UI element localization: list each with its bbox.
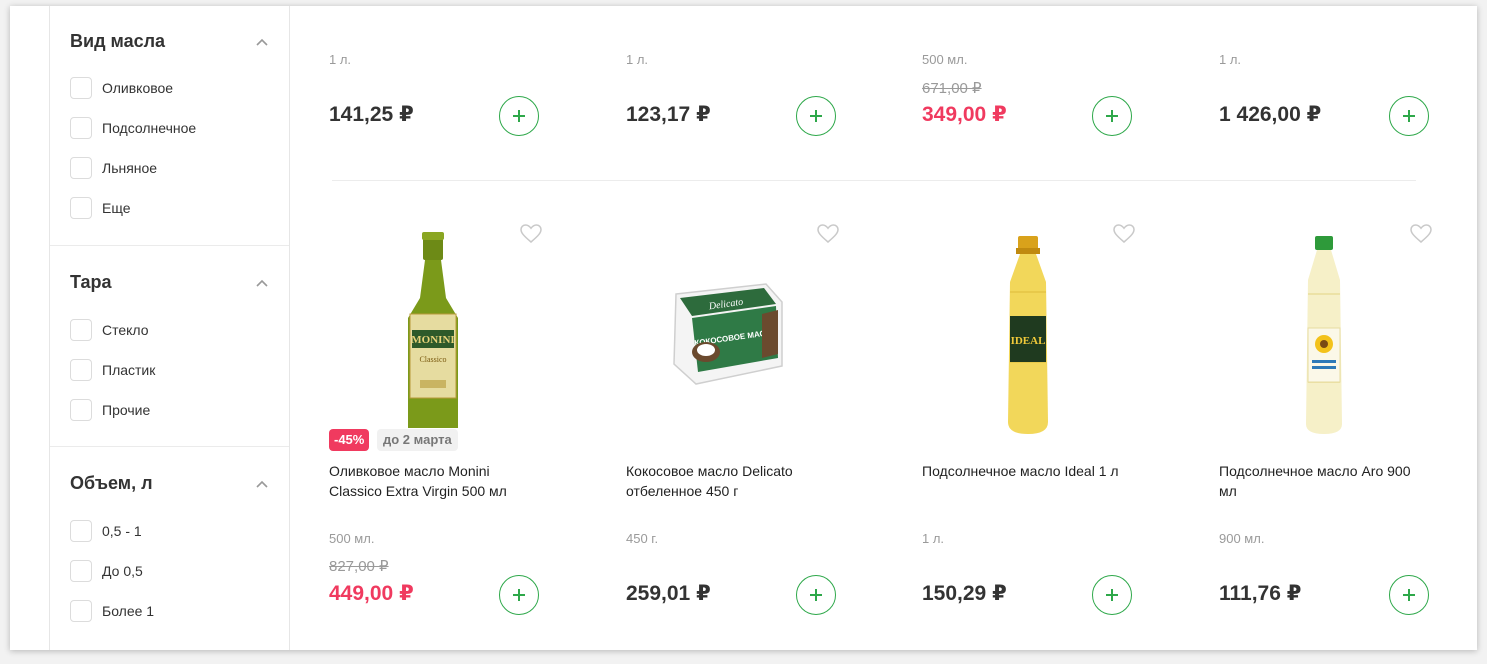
heart-icon[interactable] [817,224,839,244]
filter-title: Объем, л [70,473,153,493]
filter-option-volume-05-1[interactable]: 0,5 - 1 [70,520,270,544]
product-price: 141,25 ₽ [329,103,414,126]
product-price: 259,01 ₽ [626,582,711,605]
add-to-cart-button[interactable] [1092,96,1132,136]
add-to-cart-button[interactable] [1389,575,1429,615]
checkbox[interactable] [70,560,92,582]
add-to-cart-button[interactable] [796,96,836,136]
promo-date-badge: до 2 марта [377,429,458,451]
product-unit: 1 л. [1219,52,1242,67]
filter-option-label: Прочие [102,402,151,418]
product-unit: 450 г. [626,531,659,546]
checkbox[interactable] [70,520,92,542]
product-name[interactable]: Кокосовое масло Delicato отбеленное 450 … [626,461,831,501]
product-image[interactable]: MONINI Classico [388,228,478,434]
row-divider [332,180,1416,181]
product-unit: 1 л. [626,52,649,67]
add-to-cart-button[interactable] [1092,575,1132,615]
checkbox[interactable] [70,399,92,421]
add-to-cart-button[interactable] [499,96,539,136]
product-old-price: 827,00 ₽ [329,558,389,575]
filter-option-volume-over-1[interactable]: Более 1 [70,600,270,624]
filter-option-label: Более 1 [102,603,155,619]
product-sale-price: 449,00 ₽ [329,582,414,605]
filter-option-sunflower[interactable]: Подсолнечное [70,117,270,141]
filter-option-more[interactable]: Еще [70,197,270,221]
filter-option-olive[interactable]: Оливковое [70,77,270,101]
discount-badge: -45% [329,429,370,451]
filter-option-plastic[interactable]: Пластик [70,359,270,383]
product-unit: 900 мл. [1219,531,1265,546]
chevron-up-icon[interactable] [255,278,269,288]
filters-sidebar: Вид масла Оливковое Подсолнечное Льняное… [49,6,290,650]
filter-group-oil-type: Вид масла Оливковое Подсолнечное Льняное… [50,6,289,246]
filter-group-volume: Объем, л 0,5 - 1 До 0,5 Более 1 [50,446,289,650]
filter-option-linseed[interactable]: Льняное [70,157,270,181]
add-to-cart-button[interactable] [796,575,836,615]
chevron-up-icon[interactable] [255,37,269,47]
add-to-cart-button[interactable] [499,575,539,615]
chevron-up-icon[interactable] [255,479,269,489]
product-image[interactable]: Delicato КОКОСОВОЕ МАСЛО [666,274,786,394]
product-unit: 500 мл. [329,531,375,546]
checkbox[interactable] [70,157,92,179]
filter-option-label: Подсолнечное [102,120,197,136]
checkbox[interactable] [70,197,92,219]
filter-group-container: Тара Стекло Пластик Прочие [50,245,289,447]
product-unit: 1 л. [329,52,352,67]
product-price: 150,29 ₽ [922,582,1007,605]
heart-icon[interactable] [520,224,542,244]
checkbox[interactable] [70,600,92,622]
product-old-price: 671,00 ₽ [922,80,982,97]
product-price: 111,76 ₽ [1219,582,1302,605]
filter-option-label: Льняное [102,160,158,176]
catalog-frame: Вид масла Оливковое Подсолнечное Льняное… [10,6,1477,650]
product-price: 123,17 ₽ [626,103,711,126]
filter-title: Вид масла [70,31,166,51]
add-to-cart-button[interactable] [1389,96,1429,136]
heart-icon[interactable] [1113,224,1135,244]
product-name[interactable]: Подсолнечное масло Ideal 1 л [922,461,1127,481]
checkbox[interactable] [70,359,92,381]
filter-option-label: Стекло [102,322,149,338]
heart-icon[interactable] [1410,224,1432,244]
filter-option-other[interactable]: Прочие [70,399,270,423]
label-text: MONINI [411,334,454,346]
product-name[interactable]: Подсолнечное масло Aro 900 мл [1219,461,1424,501]
product-unit: 500 мл. [922,52,968,67]
label-text: IDEAL [1011,335,1046,347]
checkbox[interactable] [70,77,92,99]
filter-option-glass[interactable]: Стекло [70,319,270,343]
product-grid: 1 л. 141,25 ₽ 1 л. 123,17 ₽ 500 мл. 671,… [288,6,1477,650]
product-sale-price: 349,00 ₽ [922,103,1007,126]
filter-option-label: До 0,5 [102,563,143,579]
filter-option-label: Еще [102,200,131,216]
product-image[interactable]: IDEAL [988,232,1068,438]
filter-title: Тара [70,272,112,292]
product-name[interactable]: Оливковое масло Monini Classico Extra Vi… [329,461,534,501]
checkbox[interactable] [70,319,92,341]
filter-option-label: Оливковое [102,80,174,96]
label-text: Classico [419,355,446,364]
product-price: 1 426,00 ₽ [1219,103,1322,126]
product-image[interactable] [1288,232,1360,438]
checkbox[interactable] [70,117,92,139]
filter-option-volume-under-05[interactable]: До 0,5 [70,560,270,584]
product-unit: 1 л. [922,531,945,546]
filter-option-label: 0,5 - 1 [102,523,142,539]
filter-option-label: Пластик [102,362,156,378]
